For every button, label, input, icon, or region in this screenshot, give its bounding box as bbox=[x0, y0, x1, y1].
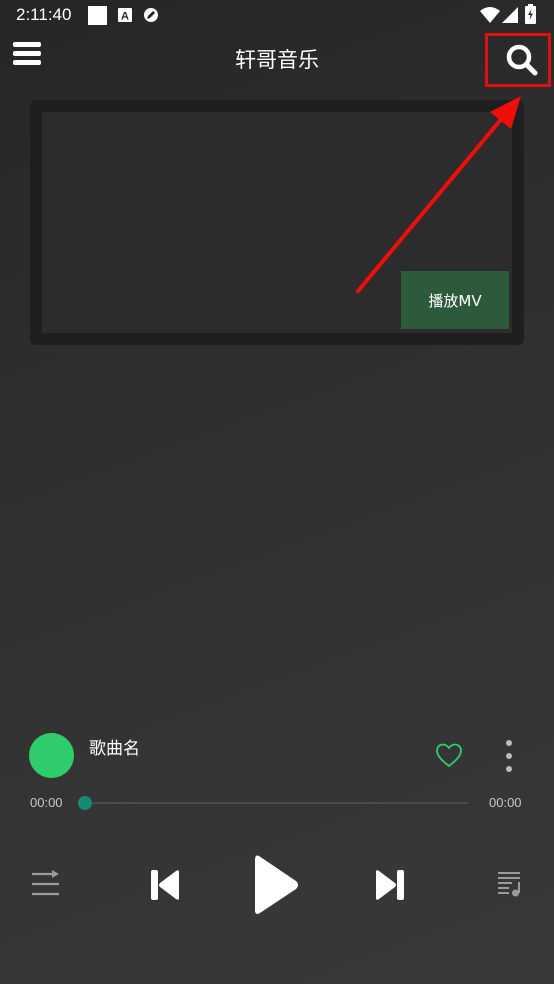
album-cover[interactable] bbox=[29, 733, 74, 778]
a-box-icon: A bbox=[118, 8, 132, 22]
heart-icon[interactable] bbox=[435, 742, 463, 768]
play-mv-button[interactable]: 播放MV bbox=[401, 271, 509, 329]
now-playing-row: 歌曲名 bbox=[0, 730, 554, 780]
app-bar: 轩哥音乐 bbox=[0, 30, 554, 87]
repeat-icon[interactable] bbox=[30, 870, 60, 898]
signal-icon bbox=[502, 7, 518, 23]
current-time: 00:00 bbox=[30, 795, 63, 810]
more-options-button[interactable] bbox=[500, 738, 518, 774]
app-title: 轩哥音乐 bbox=[235, 48, 319, 72]
more-icon-dot bbox=[506, 753, 512, 759]
total-time: 00:00 bbox=[489, 795, 522, 810]
previous-icon[interactable] bbox=[150, 869, 180, 901]
wifi-icon bbox=[480, 7, 500, 23]
status-time: 2:11:40 bbox=[16, 5, 72, 24]
search-button[interactable] bbox=[485, 33, 551, 87]
song-title: 歌曲名 bbox=[89, 739, 140, 759]
play-icon[interactable] bbox=[255, 854, 299, 916]
edit-icon bbox=[144, 8, 158, 22]
progress-thumb[interactable] bbox=[78, 796, 92, 810]
playlist-icon[interactable] bbox=[497, 871, 523, 897]
more-icon-dot bbox=[506, 740, 512, 746]
status-bar: 2:11:40 A bbox=[0, 0, 554, 30]
square-icon bbox=[88, 6, 107, 25]
progress-bar[interactable] bbox=[85, 802, 468, 804]
svg-text:A: A bbox=[121, 11, 129, 23]
battery-icon bbox=[525, 4, 536, 24]
more-icon-dot bbox=[506, 766, 512, 772]
next-icon[interactable] bbox=[375, 869, 405, 901]
search-icon bbox=[506, 44, 538, 76]
